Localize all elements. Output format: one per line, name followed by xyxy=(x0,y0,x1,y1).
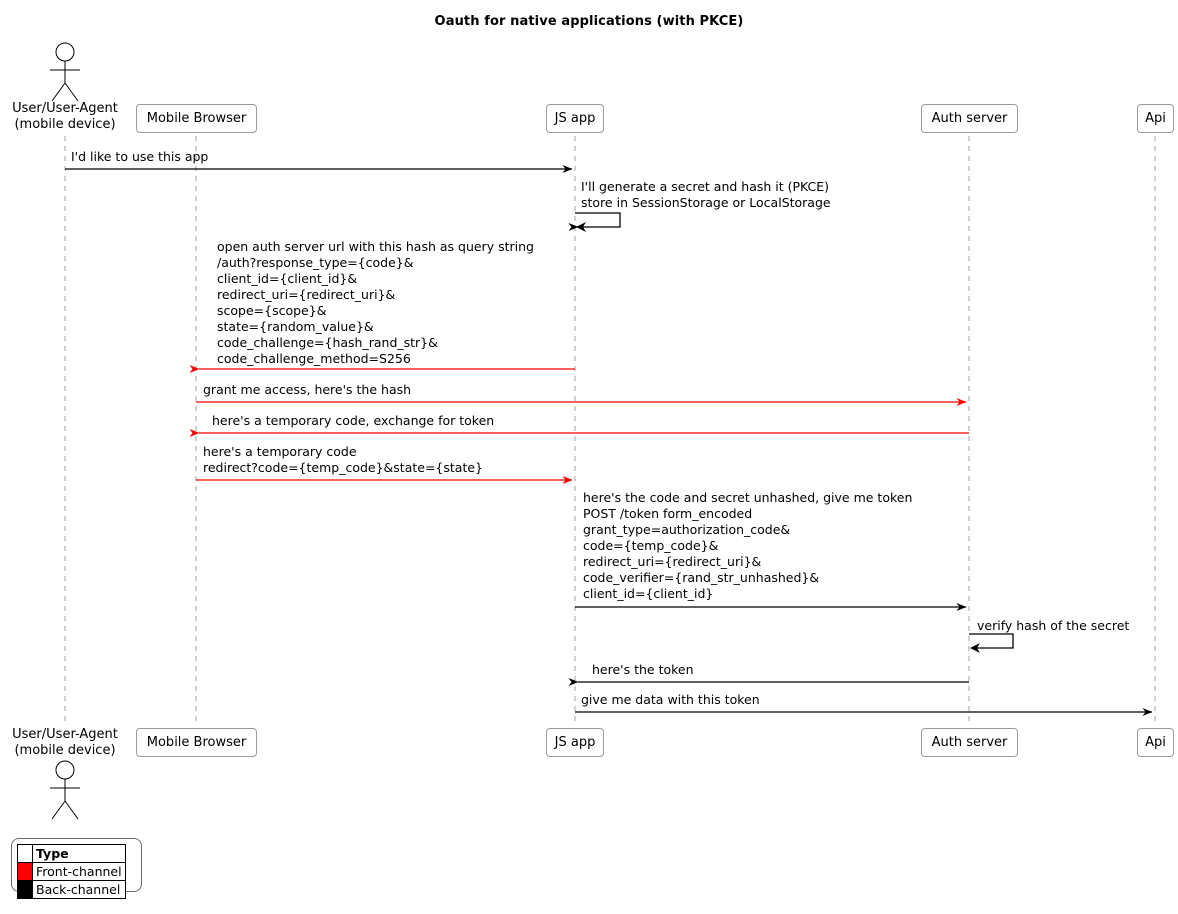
participant-box-mobile-browser-top[interactable]: Mobile Browser xyxy=(136,104,257,133)
legend-swatch-back-channel xyxy=(17,880,33,899)
legend-swatch-header xyxy=(17,844,33,863)
legend-header-row: Type xyxy=(17,844,126,863)
legend-swatch-front-channel xyxy=(17,862,33,881)
legend-header-label: Type xyxy=(32,844,126,863)
actor-label-user-bottom-line1: User/User-Agent xyxy=(12,727,118,742)
actor-user-figure-bottom xyxy=(50,760,80,820)
legend-row-front-channel: Front-channel xyxy=(17,862,126,881)
actor-label-user-top-line2: (mobile device) xyxy=(14,117,116,132)
lifelines xyxy=(64,136,1156,726)
actor-label-user-bottom-line2: (mobile device) xyxy=(14,743,116,758)
message-label-3: open auth server url with this hash as q… xyxy=(217,239,534,366)
legend-row-back-channel: Back-channel xyxy=(17,880,126,899)
message-label-4: grant me access, here's the hash xyxy=(203,382,412,397)
arrow-msg-8-self xyxy=(969,633,1014,653)
participant-box-js-app-top[interactable]: JS app xyxy=(546,104,604,133)
participant-box-js-app-bottom[interactable]: JS app xyxy=(546,728,604,757)
message-label-7: here's the code and secret unhashed, giv… xyxy=(583,490,913,601)
message-label-6: here's a temporary code redirect?code={t… xyxy=(203,444,484,475)
arrow-msg-2-self xyxy=(568,212,621,232)
actor-label-user-top: User/User-Agent (mobile device) xyxy=(0,101,130,133)
message-label-8: verify hash of the secret xyxy=(977,618,1130,633)
participant-box-api-bottom[interactable]: Api xyxy=(1137,728,1174,757)
message-label-5: here's a temporary code, exchange for to… xyxy=(212,413,495,428)
actor-label-user-top-line1: User/User-Agent xyxy=(12,101,118,116)
legend-label-back-channel: Back-channel xyxy=(32,880,126,899)
legend-label-front-channel: Front-channel xyxy=(32,862,126,881)
actor-label-user-bottom: User/User-Agent (mobile device) xyxy=(0,727,130,759)
diagram-vector-layer xyxy=(50,42,1156,820)
sequence-diagram-canvas: Oauth for native applications (with PKCE… xyxy=(0,0,1178,914)
legend-box: Type Front-channel Back-channel xyxy=(11,838,142,899)
message-label-2: I'll generate a secret and hash it (PKCE… xyxy=(581,179,831,210)
actor-user-figure-top xyxy=(50,42,80,102)
message-label-10: give me data with this token xyxy=(581,692,760,707)
legend-table: Type Front-channel Back-channel xyxy=(17,844,126,899)
participant-box-auth-server-bottom[interactable]: Auth server xyxy=(921,728,1018,757)
participant-box-mobile-browser-bottom[interactable]: Mobile Browser xyxy=(136,728,257,757)
participant-box-api-top[interactable]: Api xyxy=(1137,104,1174,133)
message-label-1: I'd like to use this app xyxy=(71,149,209,164)
message-label-9: here's the token xyxy=(592,662,694,677)
participant-box-auth-server-top[interactable]: Auth server xyxy=(921,104,1018,133)
